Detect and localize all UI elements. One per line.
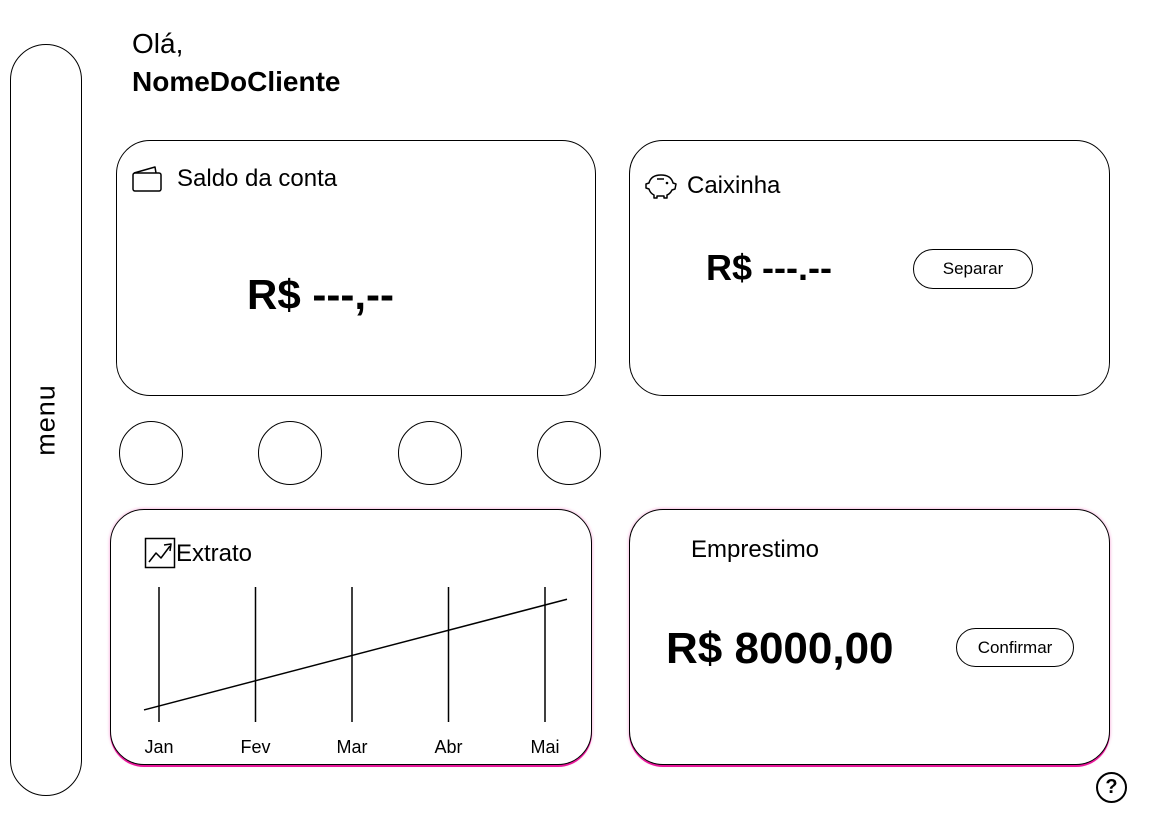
side-menu-button[interactable]: menu xyxy=(10,44,82,796)
statement-card[interactable]: Extrato Jan Fev Mar Abr Mai xyxy=(110,509,592,765)
x-tick-label: Abr xyxy=(434,737,462,757)
quick-action-button-2[interactable] xyxy=(258,421,322,485)
account-balance-title: Saldo da conta xyxy=(177,165,338,192)
quick-action-button-3[interactable] xyxy=(398,421,462,485)
x-tick-label: Jan xyxy=(144,737,173,757)
separar-button[interactable]: Separar xyxy=(913,249,1033,289)
quick-action-button-4[interactable] xyxy=(537,421,601,485)
loan-title: Emprestimo xyxy=(691,536,820,563)
loan-value: R$ 8000,00 xyxy=(666,624,894,673)
wallet-icon xyxy=(132,166,162,192)
help-icon[interactable]: ? xyxy=(1096,772,1127,803)
savings-box-card[interactable]: Caixinha R$ ---.-- Separar xyxy=(629,140,1110,396)
account-balance-card[interactable]: Saldo da conta R$ ---,-- xyxy=(116,140,596,396)
confirmar-button[interactable]: Confirmar xyxy=(956,628,1074,667)
client-name: NomeDoCliente xyxy=(132,66,341,97)
greeting-text: Olá, xyxy=(132,28,184,59)
x-tick-label: Mai xyxy=(530,737,559,757)
quick-action-button-1[interactable] xyxy=(119,421,183,485)
series-line xyxy=(143,598,568,711)
piggy-bank-icon xyxy=(645,174,677,199)
x-tick-label: Mar xyxy=(337,737,368,757)
statement-chart: Jan Fev Mar Abr Mai xyxy=(143,587,568,757)
savings-box-value: R$ ---.-- xyxy=(706,247,832,288)
menu-label: menu xyxy=(30,384,61,456)
x-tick-label: Fev xyxy=(240,737,270,757)
savings-box-title: Caixinha xyxy=(687,172,781,199)
account-balance-value: R$ ---,-- xyxy=(247,271,394,318)
loan-card[interactable]: Emprestimo R$ 8000,00 Confirmar xyxy=(629,509,1110,765)
